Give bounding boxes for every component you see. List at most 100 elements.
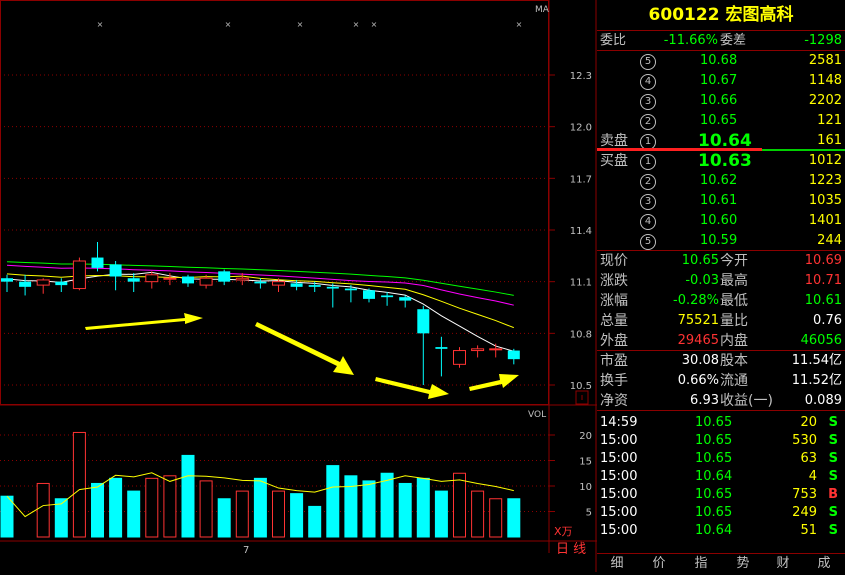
trade-row: 15:00 10.65 249 S xyxy=(600,503,842,523)
tab-index[interactable]: 指 xyxy=(681,553,721,572)
level-number: 4 xyxy=(640,74,656,90)
period-label[interactable]: 日 线 xyxy=(556,542,586,557)
trade-price: 10.65 xyxy=(695,415,733,430)
level-number: 5 xyxy=(640,234,656,250)
candle xyxy=(326,283,339,308)
stat-label: 涨跌 xyxy=(600,273,628,289)
date-label: 7 xyxy=(243,545,249,556)
level-volume: 1012 xyxy=(808,153,842,168)
level-number: 2 xyxy=(640,114,656,130)
trade-row: 15:00 10.65 530 S xyxy=(600,431,842,451)
stat-label: 收益(一) xyxy=(720,393,773,409)
stat-label: 流通 xyxy=(720,373,748,389)
trade-price: 10.65 xyxy=(695,451,733,466)
level-price: 10.65 xyxy=(700,113,738,128)
weicha-label: 委差 xyxy=(720,33,747,48)
candle xyxy=(235,273,249,286)
volume-bar xyxy=(217,498,231,538)
stat-value: 0.089 xyxy=(804,393,842,408)
candle xyxy=(55,278,68,292)
stat-row: 总量 75521 量比 0.76 xyxy=(600,311,842,331)
buy-bar xyxy=(762,149,845,151)
stat-label: 净资 xyxy=(600,393,628,409)
bid-row[interactable]: 5 10.59 244 xyxy=(640,231,842,251)
kline-chart[interactable]: 12.3 12.0 11.7 11.4 11.1 10.8 10.5 20 15 10 5 MA V… xyxy=(0,0,597,572)
candle xyxy=(489,343,503,358)
volume-bar xyxy=(72,431,86,538)
bid-row[interactable]: 4 10.60 1401 xyxy=(640,211,842,231)
weibi-value: -11.66% xyxy=(663,33,718,48)
volume-bar xyxy=(290,493,304,538)
volume-bar xyxy=(344,475,358,538)
tab-trend[interactable]: 势 xyxy=(723,553,763,572)
vol-tick: 5 xyxy=(586,508,592,519)
tab-finance[interactable]: 财 xyxy=(763,553,803,572)
tab-deal[interactable]: 成 xyxy=(804,553,844,572)
price-tick: 12.0 xyxy=(570,123,592,134)
stat-value: 0.66% xyxy=(677,373,719,388)
tab-detail[interactable]: 细 xyxy=(597,553,637,572)
ask-row[interactable]: 4 10.67 1148 xyxy=(640,71,842,91)
level-number: 3 xyxy=(640,94,656,110)
stat-label: 量比 xyxy=(720,313,748,329)
volume-bar xyxy=(127,490,141,538)
stat-value: 10.61 xyxy=(804,293,842,308)
trade-side: S xyxy=(828,451,838,466)
weibi-label: 委比 xyxy=(600,33,627,48)
trade-volume: 63 xyxy=(800,451,817,466)
trade-side: S xyxy=(828,433,838,448)
trade-time: 15:00 xyxy=(600,505,638,520)
price-tick: 11.7 xyxy=(570,174,592,185)
level-price: 10.68 xyxy=(700,53,738,68)
arrow-4 xyxy=(469,374,519,391)
trade-price: 10.64 xyxy=(695,523,733,538)
stat-label: 总量 xyxy=(600,313,628,329)
candle xyxy=(19,274,32,296)
level-volume: 1401 xyxy=(808,213,842,228)
stat-row: 净资 6.93 收益(一) 0.089 xyxy=(600,391,842,411)
stat-value: 29465 xyxy=(677,333,719,348)
stat-value: 30.08 xyxy=(681,353,719,368)
bottom-tabs: 细 价 指 势 财 成 xyxy=(597,553,845,572)
price-tick: 10.5 xyxy=(570,381,592,392)
volume-bar xyxy=(308,505,322,538)
candle xyxy=(507,348,520,365)
level-number: 2 xyxy=(640,174,656,190)
volume-bar xyxy=(489,498,503,538)
stat-row: 涨跌 -0.03 最高 10.71 xyxy=(600,271,842,291)
stat-label: 内盘 xyxy=(720,333,748,349)
stat-label: 外盘 xyxy=(600,333,628,349)
ask-row[interactable]: 2 10.65 121 xyxy=(640,111,842,131)
marker-x: × xyxy=(97,20,104,29)
volume-bar xyxy=(199,480,213,538)
bid-row[interactable]: 2 10.62 1223 xyxy=(640,171,842,191)
trade-side: S xyxy=(828,415,838,430)
ask-row[interactable]: 5 10.68 2581 xyxy=(640,51,842,71)
stat-label: 涨幅 xyxy=(600,293,628,309)
stat-value: 0.76 xyxy=(813,313,842,328)
level-number: 1 xyxy=(640,154,656,170)
stock-title: 600122 宏图高科 xyxy=(597,0,845,30)
level-volume: 1148 xyxy=(808,73,842,88)
candle xyxy=(381,292,394,306)
volume-bar xyxy=(434,490,448,538)
level-volume: 1035 xyxy=(808,193,842,208)
volume-bar xyxy=(109,477,123,538)
ask-row[interactable]: 3 10.66 2202 xyxy=(640,91,842,111)
candle xyxy=(471,345,485,358)
stat-label: 最低 xyxy=(720,293,748,309)
bid-row[interactable]: 3 10.61 1035 xyxy=(640,191,842,211)
volume-bar xyxy=(398,482,412,538)
stat-value: 11.52亿 xyxy=(791,373,842,388)
volume-bar xyxy=(181,454,195,538)
stat-value: 11.54亿 xyxy=(791,353,842,368)
level-number: 3 xyxy=(640,194,656,210)
stat-row: 外盘 29465 内盘 46056 xyxy=(600,331,842,351)
trade-side: B xyxy=(828,487,838,502)
price-tick: 11.4 xyxy=(570,226,592,237)
stat-value: -0.28% xyxy=(673,293,719,308)
bid-row[interactable]: 1 10.63 1012 xyxy=(640,151,842,171)
tab-price[interactable]: 价 xyxy=(639,553,679,572)
volume-bar xyxy=(416,477,430,538)
sell-bar xyxy=(597,148,762,151)
